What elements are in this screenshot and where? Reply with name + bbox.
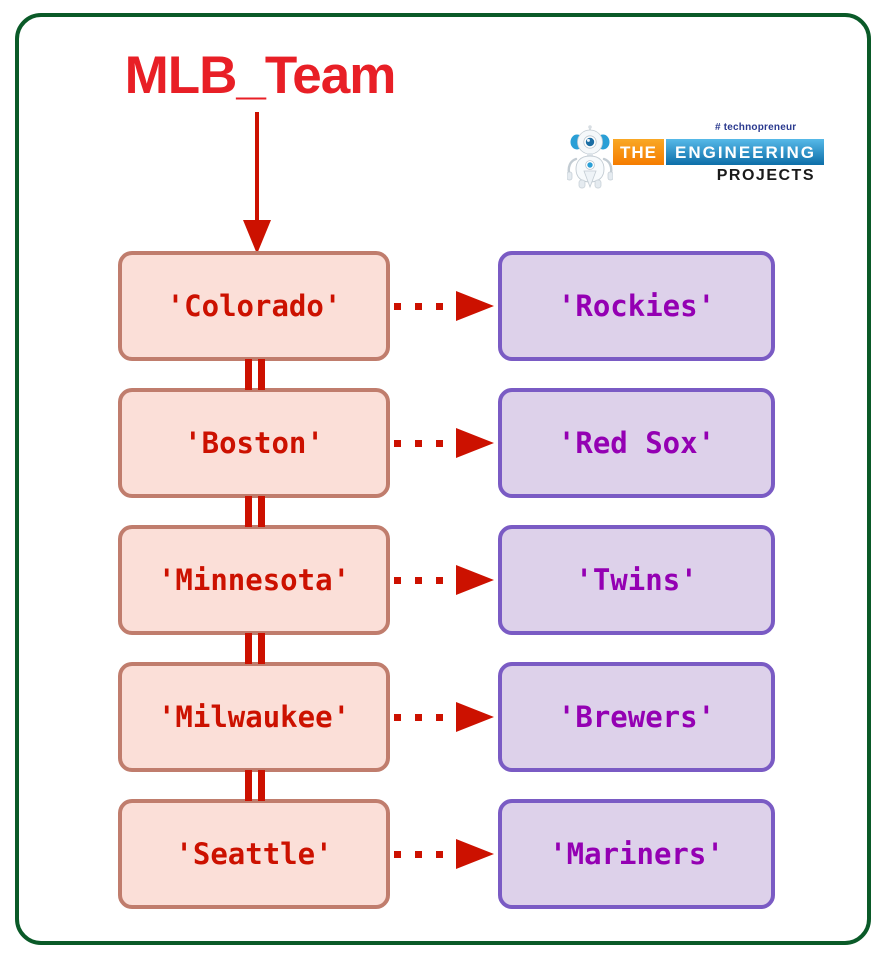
key-value-row: 'Seattle' 'Mariners' bbox=[0, 799, 893, 909]
value-box[interactable]: 'Twins' bbox=[498, 525, 775, 635]
value-box[interactable]: 'Brewers' bbox=[498, 662, 775, 772]
value-label: 'Rockies' bbox=[557, 289, 716, 323]
key-box[interactable]: 'Milwaukee' bbox=[118, 662, 390, 772]
key-box[interactable]: 'Colorado' bbox=[118, 251, 390, 361]
key-label: 'Minnesota' bbox=[157, 563, 351, 597]
key-value-row: 'Colorado' 'Rockies' bbox=[0, 251, 893, 361]
key-chain-connector bbox=[243, 770, 267, 801]
page-title: MLB_Team bbox=[124, 46, 397, 105]
key-box[interactable]: 'Boston' bbox=[118, 388, 390, 498]
key-to-value-arrow-icon bbox=[394, 428, 494, 458]
logo-the-text: THE bbox=[613, 139, 664, 165]
key-to-value-arrow-icon bbox=[394, 702, 494, 732]
key-to-value-arrow-icon bbox=[394, 291, 494, 321]
key-label: 'Milwaukee' bbox=[157, 700, 351, 734]
key-label: 'Colorado' bbox=[166, 289, 342, 323]
value-label: 'Twins' bbox=[575, 563, 698, 597]
robot-mascot-icon bbox=[567, 125, 613, 189]
key-box[interactable]: 'Minnesota' bbox=[118, 525, 390, 635]
logo-engineering-text: ENGINEERING bbox=[666, 139, 825, 165]
logo-projects-text: PROJECTS bbox=[716, 167, 815, 184]
value-label: 'Mariners' bbox=[549, 837, 724, 871]
key-to-value-arrow-icon bbox=[394, 839, 494, 869]
diagram-canvas: MLB_Team # technopreneur THE ENGINEERING… bbox=[0, 0, 893, 965]
key-chain-connector bbox=[243, 633, 267, 664]
key-label: 'Boston' bbox=[184, 426, 324, 460]
value-box[interactable]: 'Red Sox' bbox=[498, 388, 775, 498]
value-label: 'Red Sox' bbox=[557, 426, 716, 460]
key-chain-connector bbox=[243, 496, 267, 527]
value-box[interactable]: 'Mariners' bbox=[498, 799, 775, 909]
key-label: 'Seattle' bbox=[175, 837, 333, 871]
logo-tagline: # technopreneur bbox=[715, 122, 797, 133]
key-chain-connector bbox=[243, 359, 267, 390]
key-value-row: 'Minnesota' 'Twins' bbox=[0, 525, 893, 635]
brand-logo: # technopreneur THE ENGINEERING PROJECTS bbox=[567, 122, 825, 190]
key-to-value-arrow-icon bbox=[394, 565, 494, 595]
key-value-row: 'Boston' 'Red Sox' bbox=[0, 388, 893, 498]
key-box[interactable]: 'Seattle' bbox=[118, 799, 390, 909]
value-box[interactable]: 'Rockies' bbox=[498, 251, 775, 361]
key-value-row: 'Milwaukee' 'Brewers' bbox=[0, 662, 893, 772]
title-to-first-key-arrow-icon bbox=[243, 112, 271, 254]
value-label: 'Brewers' bbox=[557, 700, 716, 734]
logo-wordmark: THE ENGINEERING bbox=[613, 139, 825, 165]
